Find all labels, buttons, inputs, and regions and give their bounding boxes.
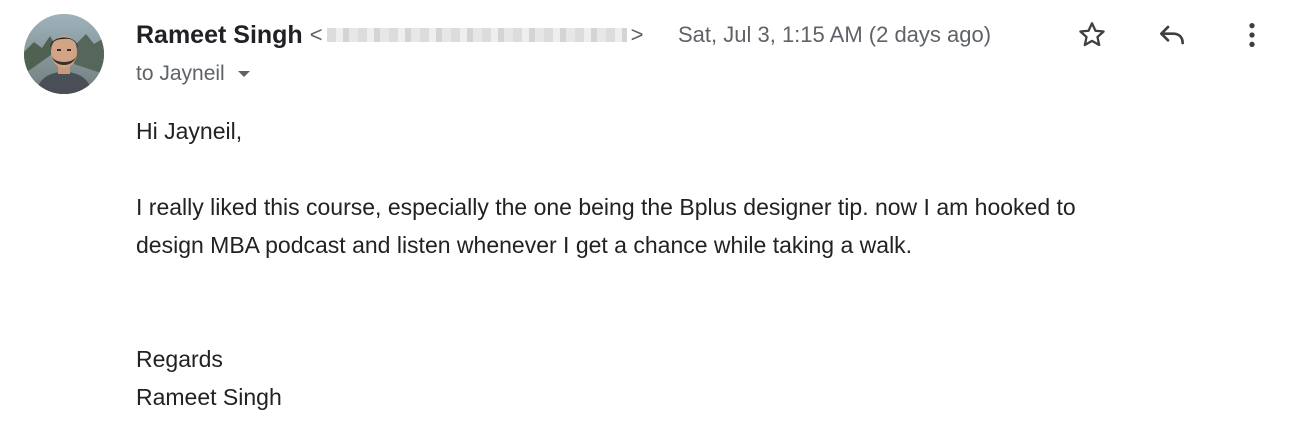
closing: Regards [136, 346, 223, 372]
paragraph-line-2: design MBA podcast and listen whenever I… [136, 232, 913, 258]
sender-avatar[interactable] [24, 14, 104, 94]
caret-down-icon [237, 69, 251, 79]
message-body: Hi Jayneil, I really liked this course, … [136, 112, 1256, 416]
recipient-line: to Jayneil [136, 62, 225, 85]
email-close-bracket: > [630, 22, 644, 47]
paragraph-line-1: I really liked this course, especially t… [136, 194, 1076, 220]
sender-line: Rameet Singh < > [136, 18, 643, 52]
more-options-button[interactable] [1232, 15, 1272, 55]
more-vert-icon [1249, 23, 1255, 47]
reply-icon [1160, 25, 1184, 45]
star-button[interactable] [1072, 15, 1112, 55]
reply-button[interactable] [1152, 15, 1192, 55]
signature: Rameet Singh [136, 384, 282, 410]
redacted-email [326, 28, 627, 42]
email-open-bracket: < [309, 22, 323, 47]
sender-email[interactable]: < > [310, 22, 644, 48]
sender-name[interactable]: Rameet Singh [136, 21, 303, 50]
star-icon [1079, 22, 1105, 47]
greeting: Hi Jayneil, [136, 118, 243, 144]
recipient-details-toggle[interactable]: to Jayneil [136, 58, 251, 90]
message-date[interactable]: Sat, Jul 3, 1:15 AM (2 days ago) [678, 18, 991, 52]
